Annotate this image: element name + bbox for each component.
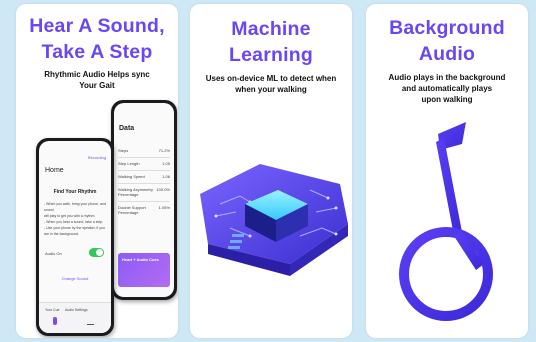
panel-title-line1: Hear A Sound,: [29, 15, 165, 37]
panel-subtitle-line1: Rhythmic Audio Helps sync: [44, 70, 150, 79]
audio-toggle-label: Audio On: [45, 251, 62, 256]
panel-title-line2: Learning: [229, 44, 313, 66]
data-row-value: 1.05%: [158, 205, 170, 210]
panel-background-audio: Background Audio Audio plays in the back…: [366, 4, 528, 338]
phone-data-display: Data Steps 71.2% Step Length 1.05 Walkin…: [114, 103, 174, 297]
data-row: Walking Speed 1.06: [118, 171, 170, 184]
music-note-icon: [399, 122, 493, 321]
tab-bar: Your Cue Audio Settings: [39, 302, 111, 333]
data-row: Step Length 1.05: [118, 158, 170, 171]
audio-toggle[interactable]: [89, 248, 104, 257]
chart-icon: [87, 318, 94, 325]
tab-audio-settings[interactable]: Audio Settings: [65, 308, 88, 313]
data-header: Data: [119, 125, 135, 132]
recording-label: Recording: [87, 155, 106, 160]
phone-home-screen: Recording Home Find Your Rhythm - When y…: [36, 138, 114, 336]
data-row-value: 1.06: [162, 174, 170, 179]
panel-subtitle-line3: upon walking: [421, 95, 473, 104]
data-row-value: 100.0%: [156, 187, 170, 192]
instruction-line: are in the background.: [44, 232, 79, 236]
panel-subtitle-line1: Uses on-device ML to detect when: [205, 74, 337, 83]
find-rhythm-title: Find Your Rhythm: [53, 189, 97, 195]
data-row-label: Walking Speed: [118, 174, 145, 179]
panel-title-line2: Audio: [418, 43, 476, 65]
panel-subtitle-line2: when your walking: [235, 85, 307, 94]
data-row-label: Steps: [118, 148, 129, 153]
instructions-list: - When you walk, bring your phone, and s…: [44, 201, 107, 237]
phone-data-screen: Data Steps 71.2% Step Length 1.05 Walkin…: [111, 100, 177, 300]
instruction-line: - When you walk, bring your phone, and s…: [44, 202, 106, 212]
panel-machine-learning: Machine Learning Uses on-device ML to de…: [190, 4, 352, 338]
panel-subtitle-line2: and automatically plays: [401, 84, 493, 93]
chip-illustration: [200, 164, 348, 276]
audio-cues-card[interactable]: Heart + Audio Cues: [118, 253, 170, 287]
data-row-value: 1.05: [162, 161, 170, 166]
tab-your-cue[interactable]: Your Cue: [45, 308, 59, 313]
data-row-label: Walking Asymmetry Percentage: [118, 187, 153, 197]
data-row-label: Double Support Percentage: [118, 205, 146, 215]
home-header: Home: [45, 167, 64, 174]
panel-title-line1: Background: [389, 17, 505, 39]
data-row: Double Support Percentage 1.05%: [118, 202, 170, 219]
panel-title-line1: Machine: [231, 18, 311, 40]
data-row-value: 71.2%: [158, 148, 170, 153]
panel-subtitle-line2: Your Gait: [79, 81, 115, 90]
panel-title-line2: Take A Step: [41, 41, 153, 63]
data-row: Steps 71.2%: [118, 145, 170, 158]
panel-hear-a-sound: Hear A Sound, Take A Step Rhythmic Audio…: [16, 4, 178, 338]
data-row-label: Step Length: [118, 161, 140, 166]
walk-icon: [53, 317, 57, 325]
change-sound-button[interactable]: Change Sound: [39, 276, 111, 281]
audio-cues-card-title: Heart + Audio Cues: [122, 257, 159, 262]
data-row: Walking Asymmetry Percentage 100.0%: [118, 184, 170, 202]
panel-subtitle-line1: Audio plays in the background: [388, 73, 506, 82]
phone-home-display: Recording Home Find Your Rhythm - When y…: [39, 141, 111, 333]
